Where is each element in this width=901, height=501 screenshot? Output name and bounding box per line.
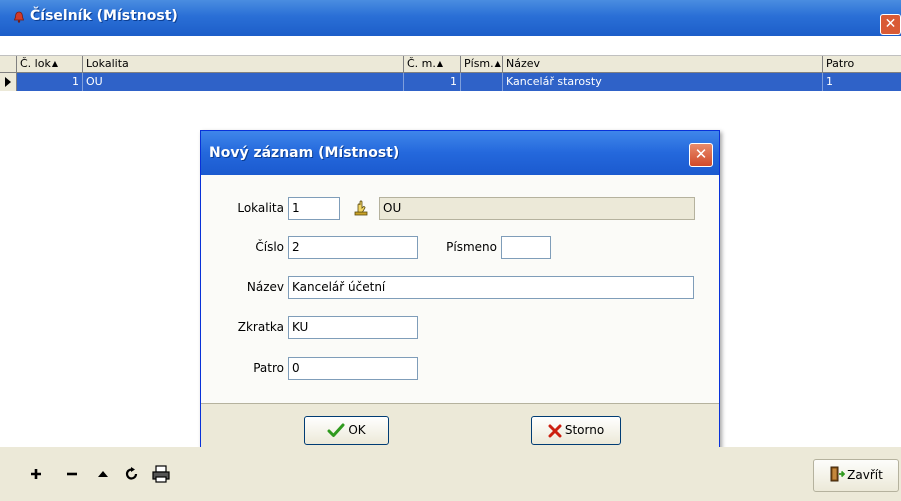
- column-header-c-m[interactable]: Č. m.▲: [404, 56, 461, 73]
- grid-header: Č. lok▲ Lokalita Č. m.▲ Písm.▲ Název Pat…: [0, 55, 901, 73]
- sort-asc-icon: ▲: [494, 59, 501, 68]
- column-header-label: Č. lok: [20, 57, 51, 70]
- column-header-patro[interactable]: Patro: [823, 56, 901, 73]
- sort-asc-icon: ▲: [51, 59, 58, 68]
- nazev-input[interactable]: Kancelář účetní: [288, 276, 694, 299]
- zkratka-input[interactable]: KU: [288, 316, 418, 339]
- cislo-input[interactable]: 2: [288, 236, 418, 259]
- nazev-label: Název: [246, 280, 284, 294]
- column-header-lokalita[interactable]: Lokalita: [83, 56, 404, 73]
- cancel-button[interactable]: Storno: [531, 416, 621, 445]
- pismeno-input[interactable]: [501, 236, 551, 259]
- column-header-pism[interactable]: Písm.▲: [461, 56, 503, 73]
- dialog-close-button[interactable]: ✕: [689, 143, 713, 167]
- dialog-form: Lokalita 1 OU Číslo 2 Písmeno Název Kanc…: [201, 175, 719, 404]
- column-header-label: Název: [506, 57, 541, 70]
- cell-c-m[interactable]: 1: [404, 73, 461, 91]
- new-record-dialog: Nový záznam (Místnost) ✕ Lokalita 1 OU Č…: [200, 130, 720, 458]
- window-close-button[interactable]: ✕: [880, 14, 901, 35]
- lookup-hand-icon[interactable]: [352, 199, 370, 217]
- main-title-bar: Číselník (Místnost) ✕: [0, 0, 901, 36]
- row-indicator[interactable]: [0, 73, 17, 91]
- cell-lokalita[interactable]: OU: [83, 73, 404, 91]
- ok-button[interactable]: OK: [304, 416, 389, 445]
- lokalita-input[interactable]: 1: [288, 197, 340, 220]
- zkratka-label: Zkratka: [237, 320, 284, 334]
- print-icon[interactable]: [151, 464, 171, 484]
- column-header-nazev[interactable]: Název: [503, 56, 823, 73]
- ok-label: OK: [348, 423, 366, 437]
- dialog-title: Nový záznam (Místnost): [209, 145, 400, 161]
- column-header-label: Písm.: [464, 57, 494, 70]
- add-icon[interactable]: [28, 466, 44, 482]
- patro-label: Patro: [253, 361, 284, 375]
- close-label: Zavřít: [847, 468, 883, 482]
- column-header-label: Patro: [826, 57, 855, 70]
- dialog-title-bar: Nový záznam (Místnost) ✕: [201, 131, 719, 175]
- current-row-arrow-icon: [5, 77, 11, 87]
- cell-c-lok[interactable]: 1: [17, 73, 83, 91]
- cell-nazev[interactable]: Kancelář starosty: [503, 73, 823, 91]
- close-button[interactable]: Zavřít: [813, 459, 899, 492]
- cell-pism[interactable]: [461, 73, 503, 91]
- column-header-c-lok[interactable]: Č. lok▲: [17, 56, 83, 73]
- checkmark-icon: [327, 423, 345, 437]
- patro-input[interactable]: 0: [288, 357, 418, 380]
- pismeno-label: Písmeno: [446, 240, 497, 254]
- header-indicator-cell: [0, 56, 17, 73]
- exit-door-icon: [830, 466, 846, 482]
- cancel-label: Storno: [564, 423, 605, 437]
- lokalita-name-field: OU: [379, 197, 695, 220]
- sort-asc-icon: ▲: [436, 59, 444, 68]
- window-title: Číselník (Místnost): [30, 8, 178, 24]
- bottom-toolbar: Zavřít: [0, 447, 901, 501]
- up-icon[interactable]: [95, 466, 111, 482]
- refresh-icon[interactable]: [124, 466, 140, 482]
- cell-patro[interactable]: 1: [823, 73, 901, 91]
- column-header-label: Č. m.: [407, 57, 436, 70]
- cislo-label: Číslo: [255, 240, 284, 254]
- lokalita-label: Lokalita: [237, 201, 284, 215]
- cross-icon: [548, 424, 562, 438]
- table-row[interactable]: 1 OU 1 Kancelář starosty 1: [0, 73, 901, 91]
- delete-icon[interactable]: [64, 466, 80, 482]
- column-header-label: Lokalita: [86, 57, 129, 70]
- bell-icon: [13, 11, 25, 23]
